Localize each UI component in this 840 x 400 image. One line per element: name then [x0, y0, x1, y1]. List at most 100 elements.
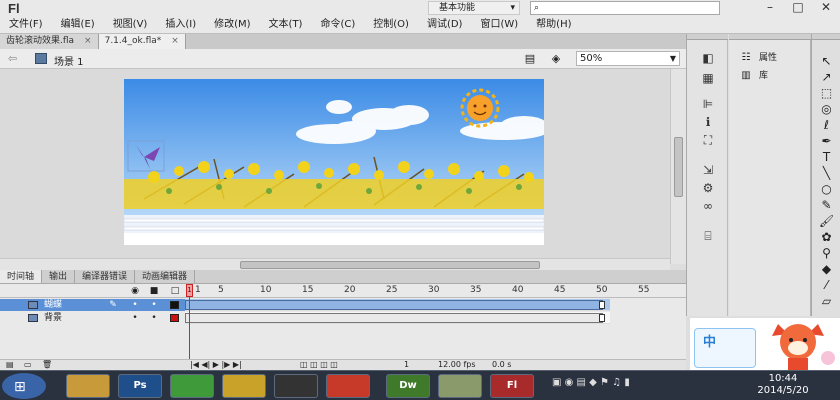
- start-button[interactable]: ⊞: [2, 373, 46, 399]
- new-layer-icon[interactable]: ▤: [6, 360, 14, 370]
- color-icon[interactable]: ◧: [700, 52, 716, 65]
- selection-tool-icon[interactable]: ↖: [818, 54, 835, 68]
- free-transform-tool-icon[interactable]: ⬚: [818, 86, 835, 100]
- tab-timeline[interactable]: 时间轴: [0, 270, 43, 283]
- 3d-rotation-tool-icon[interactable]: ◎: [818, 102, 835, 116]
- menu-text[interactable]: 文本(T): [260, 17, 312, 32]
- new-folder-icon[interactable]: ▭: [24, 360, 32, 370]
- panel-grip[interactable]: [812, 34, 840, 40]
- transform-icon[interactable]: ⛶: [700, 134, 716, 147]
- frame-span[interactable]: [185, 313, 603, 323]
- tab-compiler-errors[interactable]: 编译器错误: [75, 270, 136, 283]
- lock-icon[interactable]: ■: [149, 286, 159, 296]
- taskbar-app-camera[interactable]: [274, 374, 318, 398]
- menu-view[interactable]: 视图(V): [104, 17, 157, 32]
- scrollbar-thumb[interactable]: [674, 137, 683, 197]
- onion-skin-icon[interactable]: ◫ ◫ ◫ ◫: [300, 360, 338, 370]
- tab-motion-editor[interactable]: 动画编辑器: [135, 270, 196, 283]
- menu-window[interactable]: 窗口(W): [471, 17, 527, 32]
- stage-horizontal-scrollbar[interactable]: [0, 258, 670, 270]
- taskbar-explorer[interactable]: [66, 374, 110, 398]
- line-tool-icon[interactable]: ╲: [818, 166, 835, 180]
- taskbar-photoshop[interactable]: Ps: [118, 374, 162, 398]
- info-icon[interactable]: ℹ: [700, 116, 716, 129]
- menu-edit[interactable]: 编辑(E): [52, 17, 104, 32]
- visibility-dot[interactable]: •: [130, 299, 140, 311]
- lasso-tool-icon[interactable]: ℓ: [818, 118, 835, 132]
- library-panel-item[interactable]: ▥ 库: [739, 69, 768, 83]
- taskbar-app-office[interactable]: [326, 374, 370, 398]
- scrollbar-thumb[interactable]: [240, 261, 540, 269]
- taskbar-app-green[interactable]: [170, 374, 214, 398]
- workspace-switcher[interactable]: 基本功能 ▾: [428, 1, 520, 15]
- deco-tool-icon[interactable]: ✿: [818, 230, 835, 244]
- outline-icon[interactable]: □: [170, 286, 180, 296]
- eyedropper-tool-icon[interactable]: ⁄: [818, 278, 835, 292]
- back-arrow-icon[interactable]: ⇦: [8, 52, 17, 65]
- eraser-tool-icon[interactable]: ▱: [818, 294, 835, 308]
- edit-symbol-icon[interactable]: ◈: [548, 52, 564, 65]
- bone-tool-icon[interactable]: ⚲: [818, 246, 835, 260]
- close-icon[interactable]: ×: [84, 34, 92, 49]
- delete-layer-icon[interactable]: 🗑: [42, 360, 52, 370]
- menu-insert[interactable]: 插入(I): [156, 17, 205, 32]
- panel-grip[interactable]: [729, 34, 811, 40]
- maximize-button[interactable]: □: [784, 0, 812, 16]
- zoom-select[interactable]: 50% ▼: [576, 51, 680, 66]
- pencil-tool-icon[interactable]: ✎: [818, 198, 835, 212]
- edit-scene-icon[interactable]: ▤: [522, 52, 538, 65]
- close-icon[interactable]: ×: [171, 34, 179, 49]
- stage-vertical-scrollbar[interactable]: [670, 69, 686, 264]
- taskbar-dreamweaver[interactable]: Dw: [386, 374, 430, 398]
- oval-tool-icon[interactable]: ○: [818, 182, 835, 196]
- outline-color-swatch[interactable]: [170, 301, 179, 309]
- menu-modify[interactable]: 修改(M): [205, 17, 259, 32]
- components-icon[interactable]: ⚙: [700, 182, 716, 195]
- layer-row-background[interactable]: 背景 • •: [0, 312, 185, 324]
- taskbar-app-face[interactable]: [222, 374, 266, 398]
- taskbar-flash[interactable]: Fl: [490, 374, 534, 398]
- menu-commands[interactable]: 命令(C): [311, 17, 364, 32]
- subselection-tool-icon[interactable]: ↗: [818, 70, 835, 84]
- panel-grip[interactable]: [687, 34, 728, 40]
- visibility-dot[interactable]: •: [130, 312, 140, 324]
- playhead[interactable]: 1: [186, 284, 193, 359]
- eye-icon[interactable]: ◉: [130, 286, 140, 296]
- frame-span[interactable]: [185, 300, 603, 310]
- tab-output[interactable]: 输出: [42, 270, 76, 283]
- taskbar-app-notes[interactable]: [438, 374, 482, 398]
- frame-ruler[interactable]: 1 5 10 15 20 25 30 35 40 45 50 55: [185, 284, 649, 298]
- tab-714-ok-fla[interactable]: 7.1.4_ok.fla* ×: [98, 34, 186, 49]
- minimize-button[interactable]: –: [756, 0, 784, 16]
- menu-debug[interactable]: 调试(D): [418, 17, 472, 32]
- layer-row-butterfly[interactable]: 蝴蝶 ✎ • •: [0, 299, 185, 311]
- paint-bucket-tool-icon[interactable]: ◆: [818, 262, 835, 276]
- taskbar-clock[interactable]: 10:44 2014/5/20: [748, 373, 818, 397]
- motion-presets-icon[interactable]: ∞: [700, 200, 716, 213]
- help-search-input[interactable]: ⌕: [530, 1, 720, 15]
- stage-canvas[interactable]: [124, 79, 544, 245]
- end-keyframe[interactable]: [599, 301, 605, 309]
- pen-tool-icon[interactable]: ✒: [818, 134, 835, 148]
- outline-color-swatch[interactable]: [170, 314, 179, 322]
- brush-tool-icon[interactable]: 🖌: [818, 214, 835, 228]
- swatches-icon[interactable]: ▦: [700, 72, 716, 85]
- playback-controls-icon[interactable]: |◀ ◀| ▶ |▶ ▶|: [190, 360, 242, 370]
- lock-dot[interactable]: •: [149, 312, 159, 324]
- end-keyframe[interactable]: [599, 314, 605, 322]
- frame-rate[interactable]: 12.00 fps: [438, 360, 476, 370]
- align-icon[interactable]: ⊫: [700, 98, 716, 111]
- close-button[interactable]: ✕: [812, 0, 840, 16]
- tab-gear-fla[interactable]: 齿轮滚动效果.fla ×: [0, 34, 99, 49]
- lock-dot[interactable]: •: [149, 299, 159, 311]
- text-tool-icon[interactable]: T: [818, 150, 835, 164]
- code-snippets-icon[interactable]: ⇲: [700, 164, 716, 177]
- layer-frames-butterfly[interactable]: [185, 299, 610, 311]
- tray-icons[interactable]: ▣ ◉ ▤ ◆ ⚑ ♫ ▮: [552, 377, 630, 388]
- layer-frames-background[interactable]: [185, 312, 610, 324]
- history-icon[interactable]: ⌸: [700, 230, 716, 243]
- menu-help[interactable]: 帮助(H): [527, 17, 580, 32]
- menu-control[interactable]: 控制(O): [364, 17, 418, 32]
- menu-file[interactable]: 文件(F): [0, 17, 52, 32]
- properties-panel-item[interactable]: ☷ 属性: [739, 51, 778, 65]
